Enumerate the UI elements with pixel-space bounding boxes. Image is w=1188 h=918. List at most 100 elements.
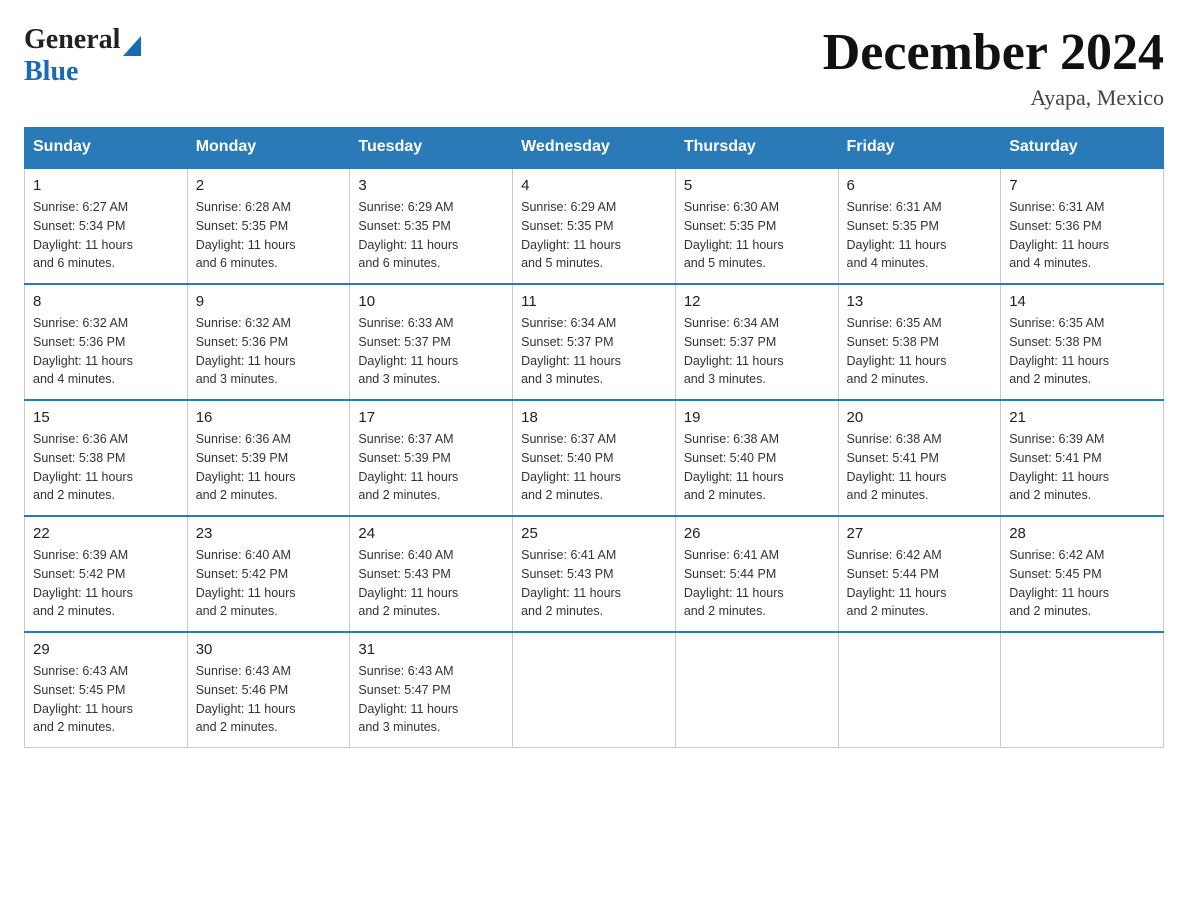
calendar-cell: 29 Sunrise: 6:43 AM Sunset: 5:45 PM Dayli… xyxy=(25,632,188,748)
calendar-cell: 8Sunrise: 6:32 AM Sunset: 5:36 PM Daylig… xyxy=(25,284,188,400)
calendar-cell: 27Sunrise: 6:42 AM Sunset: 5:44 PM Dayli… xyxy=(838,516,1001,632)
day-number: 28 xyxy=(1009,525,1155,542)
calendar-cell: 30 Sunrise: 6:43 AM Sunset: 5:46 PM Dayli… xyxy=(187,632,350,748)
day-number: 15 xyxy=(33,409,179,426)
day-info: Sunrise: 6:27 AM Sunset: 5:34 PM Dayligh… xyxy=(33,198,179,273)
day-info: Sunrise: 6:41 AM Sunset: 5:43 PM Dayligh… xyxy=(521,546,667,621)
calendar-cell: 11 Sunrise: 6:34 AM Sunset: 5:37 PM Dayli… xyxy=(513,284,676,400)
day-number: 18 xyxy=(521,409,667,426)
day-info: Sunrise: 6:41 AM Sunset: 5:44 PM Dayligh… xyxy=(684,546,830,621)
day-number: 20 xyxy=(847,409,993,426)
calendar-header-sunday: Sunday xyxy=(25,128,188,168)
calendar-cell: 21 Sunrise: 6:39 AM Sunset: 5:41 PM Dayli… xyxy=(1001,400,1164,516)
day-number: 3 xyxy=(358,177,504,194)
calendar-cell: 31Sunrise: 6:43 AM Sunset: 5:47 PM Dayli… xyxy=(350,632,513,748)
day-number: 6 xyxy=(847,177,993,194)
calendar-cell: 24 Sunrise: 6:40 AM Sunset: 5:43 PM Dayli… xyxy=(350,516,513,632)
day-info: Sunrise: 6:36 AM Sunset: 5:38 PM Dayligh… xyxy=(33,430,179,505)
calendar-cell: 10 Sunrise: 6:33 AM Sunset: 5:37 PM Dayli… xyxy=(350,284,513,400)
day-info: Sunrise: 6:36 AM Sunset: 5:39 PM Dayligh… xyxy=(196,430,342,505)
calendar-title: December 2024 xyxy=(823,24,1164,81)
day-info: Sunrise: 6:34 AM Sunset: 5:37 PM Dayligh… xyxy=(521,314,667,389)
day-info: Sunrise: 6:33 AM Sunset: 5:37 PM Dayligh… xyxy=(358,314,504,389)
day-number: 11 xyxy=(521,293,667,310)
calendar-cell: 1 Sunrise: 6:27 AM Sunset: 5:34 PM Daylig… xyxy=(25,168,188,285)
calendar-cell: 7 Sunrise: 6:31 AM Sunset: 5:36 PM Daylig… xyxy=(1001,168,1164,285)
day-info: Sunrise: 6:40 AM Sunset: 5:43 PM Dayligh… xyxy=(358,546,504,621)
day-number: 4 xyxy=(521,177,667,194)
calendar-cell: 9Sunrise: 6:32 AM Sunset: 5:36 PM Daylig… xyxy=(187,284,350,400)
day-number: 29 xyxy=(33,641,179,658)
day-number: 17 xyxy=(358,409,504,426)
day-number: 7 xyxy=(1009,177,1155,194)
day-number: 1 xyxy=(33,177,179,194)
day-number: 10 xyxy=(358,293,504,310)
day-info: Sunrise: 6:43 AM Sunset: 5:47 PM Dayligh… xyxy=(358,662,504,737)
calendar-cell: 20 Sunrise: 6:38 AM Sunset: 5:41 PM Dayli… xyxy=(838,400,1001,516)
calendar-cell xyxy=(675,632,838,748)
calendar-cell: 26 Sunrise: 6:41 AM Sunset: 5:44 PM Dayli… xyxy=(675,516,838,632)
day-info: Sunrise: 6:28 AM Sunset: 5:35 PM Dayligh… xyxy=(196,198,342,273)
calendar-week-row: 8Sunrise: 6:32 AM Sunset: 5:36 PM Daylig… xyxy=(25,284,1164,400)
title-block: December 2024 Ayapa, Mexico xyxy=(823,24,1164,111)
calendar-cell: 16Sunrise: 6:36 AM Sunset: 5:39 PM Dayli… xyxy=(187,400,350,516)
day-number: 5 xyxy=(684,177,830,194)
day-info: Sunrise: 6:32 AM Sunset: 5:36 PM Dayligh… xyxy=(33,314,179,389)
day-info: Sunrise: 6:31 AM Sunset: 5:36 PM Dayligh… xyxy=(1009,198,1155,273)
day-info: Sunrise: 6:38 AM Sunset: 5:41 PM Dayligh… xyxy=(847,430,993,505)
day-info: Sunrise: 6:29 AM Sunset: 5:35 PM Dayligh… xyxy=(521,198,667,273)
calendar-cell: 19Sunrise: 6:38 AM Sunset: 5:40 PM Dayli… xyxy=(675,400,838,516)
day-info: Sunrise: 6:39 AM Sunset: 5:42 PM Dayligh… xyxy=(33,546,179,621)
calendar-cell: 3Sunrise: 6:29 AM Sunset: 5:35 PM Daylig… xyxy=(350,168,513,285)
day-number: 9 xyxy=(196,293,342,310)
calendar-cell: 18 Sunrise: 6:37 AM Sunset: 5:40 PM Dayli… xyxy=(513,400,676,516)
day-info: Sunrise: 6:43 AM Sunset: 5:46 PM Dayligh… xyxy=(196,662,342,737)
calendar-header-monday: Monday xyxy=(187,128,350,168)
calendar-header-row: SundayMondayTuesdayWednesdayThursdayFrid… xyxy=(25,128,1164,168)
day-info: Sunrise: 6:35 AM Sunset: 5:38 PM Dayligh… xyxy=(1009,314,1155,389)
calendar-cell: 13Sunrise: 6:35 AM Sunset: 5:38 PM Dayli… xyxy=(838,284,1001,400)
day-number: 2 xyxy=(196,177,342,194)
day-number: 30 xyxy=(196,641,342,658)
day-number: 13 xyxy=(847,293,993,310)
calendar-header-tuesday: Tuesday xyxy=(350,128,513,168)
calendar-cell: 17 Sunrise: 6:37 AM Sunset: 5:39 PM Dayli… xyxy=(350,400,513,516)
calendar-subtitle: Ayapa, Mexico xyxy=(823,85,1164,111)
day-number: 26 xyxy=(684,525,830,542)
logo-blue-text: Blue xyxy=(24,56,141,88)
day-info: Sunrise: 6:37 AM Sunset: 5:39 PM Dayligh… xyxy=(358,430,504,505)
day-number: 12 xyxy=(684,293,830,310)
calendar-cell xyxy=(513,632,676,748)
calendar-cell: 4 Sunrise: 6:29 AM Sunset: 5:35 PM Daylig… xyxy=(513,168,676,285)
calendar-cell xyxy=(838,632,1001,748)
day-number: 21 xyxy=(1009,409,1155,426)
logo-general-text: General xyxy=(24,24,120,56)
calendar-table: SundayMondayTuesdayWednesdayThursdayFrid… xyxy=(24,127,1164,748)
calendar-cell xyxy=(1001,632,1164,748)
day-info: Sunrise: 6:37 AM Sunset: 5:40 PM Dayligh… xyxy=(521,430,667,505)
day-info: Sunrise: 6:34 AM Sunset: 5:37 PM Dayligh… xyxy=(684,314,830,389)
calendar-cell: 6 Sunrise: 6:31 AM Sunset: 5:35 PM Daylig… xyxy=(838,168,1001,285)
calendar-cell: 28 Sunrise: 6:42 AM Sunset: 5:45 PM Dayli… xyxy=(1001,516,1164,632)
calendar-week-row: 15 Sunrise: 6:36 AM Sunset: 5:38 PM Dayli… xyxy=(25,400,1164,516)
calendar-cell: 14Sunrise: 6:35 AM Sunset: 5:38 PM Dayli… xyxy=(1001,284,1164,400)
day-info: Sunrise: 6:43 AM Sunset: 5:45 PM Dayligh… xyxy=(33,662,179,737)
day-number: 27 xyxy=(847,525,993,542)
calendar-cell: 25 Sunrise: 6:41 AM Sunset: 5:43 PM Dayli… xyxy=(513,516,676,632)
day-info: Sunrise: 6:30 AM Sunset: 5:35 PM Dayligh… xyxy=(684,198,830,273)
calendar-header-saturday: Saturday xyxy=(1001,128,1164,168)
day-number: 19 xyxy=(684,409,830,426)
day-info: Sunrise: 6:42 AM Sunset: 5:45 PM Dayligh… xyxy=(1009,546,1155,621)
calendar-week-row: 22 Sunrise: 6:39 AM Sunset: 5:42 PM Dayli… xyxy=(25,516,1164,632)
day-number: 24 xyxy=(358,525,504,542)
day-info: Sunrise: 6:39 AM Sunset: 5:41 PM Dayligh… xyxy=(1009,430,1155,505)
day-number: 22 xyxy=(33,525,179,542)
calendar-header-wednesday: Wednesday xyxy=(513,128,676,168)
calendar-cell: 22 Sunrise: 6:39 AM Sunset: 5:42 PM Dayli… xyxy=(25,516,188,632)
calendar-cell: 12 Sunrise: 6:34 AM Sunset: 5:37 PM Dayli… xyxy=(675,284,838,400)
calendar-header-friday: Friday xyxy=(838,128,1001,168)
calendar-cell: 2 Sunrise: 6:28 AM Sunset: 5:35 PM Daylig… xyxy=(187,168,350,285)
calendar-cell: 15 Sunrise: 6:36 AM Sunset: 5:38 PM Dayli… xyxy=(25,400,188,516)
day-info: Sunrise: 6:31 AM Sunset: 5:35 PM Dayligh… xyxy=(847,198,993,273)
day-number: 25 xyxy=(521,525,667,542)
